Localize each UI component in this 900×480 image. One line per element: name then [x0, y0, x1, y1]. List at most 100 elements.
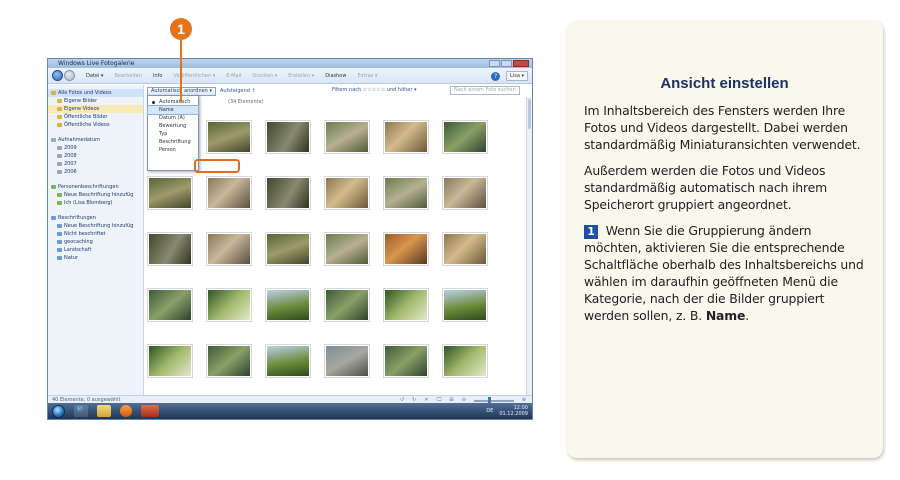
- nav-item[interactable]: Nicht beschriftet: [48, 230, 143, 238]
- nav-item[interactable]: Aufnahmedatum: [48, 136, 143, 144]
- nav-item[interactable]: 2006: [48, 168, 143, 176]
- photo-thumbnail[interactable]: [384, 233, 428, 265]
- search-input[interactable]: Nach einem Foto suchen: [450, 86, 520, 95]
- arrange-menu-item[interactable]: Person: [148, 146, 198, 154]
- photo-thumbnail[interactable]: [148, 289, 192, 321]
- nav-item[interactable]: geocaching: [48, 238, 143, 246]
- close-button[interactable]: [513, 60, 529, 67]
- photo-thumbnail[interactable]: [384, 177, 428, 209]
- thumbnail-cell[interactable]: [384, 229, 430, 285]
- photo-thumbnail[interactable]: [384, 345, 428, 377]
- thumbnail-cell[interactable]: [148, 341, 194, 397]
- media-player-icon[interactable]: [120, 405, 132, 417]
- nav-item[interactable]: Natur: [48, 254, 143, 262]
- photo-thumbnail[interactable]: [148, 233, 192, 265]
- forward-button[interactable]: [64, 70, 75, 81]
- photo-thumbnail[interactable]: [207, 177, 251, 209]
- arrange-menu-item[interactable]: Typ: [148, 130, 198, 138]
- help-icon[interactable]: ?: [491, 71, 501, 81]
- menu-item[interactable]: Diashow: [325, 73, 346, 79]
- photo-thumbnail[interactable]: [443, 121, 487, 153]
- thumbnail-cell[interactable]: [266, 229, 312, 285]
- thumbnail-cell[interactable]: [325, 229, 371, 285]
- nav-item[interactable]: Neue Beschriftung hinzufüg: [48, 191, 143, 199]
- photo-thumbnail[interactable]: [325, 177, 369, 209]
- photo-thumbnail[interactable]: [325, 345, 369, 377]
- nav-item[interactable]: Beschriftungen: [48, 214, 143, 222]
- thumbnail-cell[interactable]: [384, 117, 430, 173]
- photo-thumbnail[interactable]: [325, 289, 369, 321]
- photo-thumbnail[interactable]: [443, 289, 487, 321]
- nav-item[interactable]: Eigene Videos: [48, 105, 143, 113]
- thumbnail-cell[interactable]: [207, 341, 253, 397]
- rating-filter[interactable]: Filtern nach ☆☆☆☆☆ und höher ▾: [332, 87, 417, 93]
- nav-item[interactable]: Alle Fotos und Videos: [48, 89, 143, 97]
- arrange-menu-item[interactable]: Beschriftung: [148, 138, 198, 146]
- thumbnail-cell[interactable]: [266, 117, 312, 173]
- thumbnail-cell[interactable]: [148, 173, 194, 229]
- thumbnail-cell[interactable]: [384, 285, 430, 341]
- photo-thumbnail[interactable]: [325, 121, 369, 153]
- photo-gallery-taskbar-icon[interactable]: [141, 405, 159, 417]
- photo-thumbnail[interactable]: [266, 289, 310, 321]
- thumbnail-cell[interactable]: [443, 285, 489, 341]
- photo-thumbnail[interactable]: [207, 345, 251, 377]
- photo-thumbnail[interactable]: [207, 121, 251, 153]
- thumbnail-cell[interactable]: [266, 285, 312, 341]
- back-button[interactable]: [52, 70, 63, 81]
- menu-item[interactable]: Info: [153, 73, 162, 79]
- arrange-menu-item[interactable]: Automatisch: [148, 98, 198, 106]
- thumbnail-cell[interactable]: [443, 117, 489, 173]
- minimize-button[interactable]: [489, 60, 500, 67]
- thumbnail-cell[interactable]: [148, 285, 194, 341]
- thumbnail-cell[interactable]: [325, 285, 371, 341]
- menu-item[interactable]: Extras ▾: [357, 73, 377, 79]
- photo-thumbnail[interactable]: [266, 233, 310, 265]
- thumbnail-cell[interactable]: [384, 341, 430, 397]
- thumbnail-cell[interactable]: [266, 173, 312, 229]
- user-menu[interactable]: Lisa ▾: [506, 71, 528, 81]
- arrange-menu-item[interactable]: Name: [147, 105, 199, 115]
- menu-item[interactable]: Bearbeiten: [114, 73, 141, 79]
- photo-thumbnail[interactable]: [384, 289, 428, 321]
- nav-item[interactable]: 2007: [48, 160, 143, 168]
- nav-item[interactable]: Neue Beschriftung hinzufüg: [48, 222, 143, 230]
- menu-item[interactable]: Datei ▾: [86, 73, 103, 79]
- thumbnail-cell[interactable]: [207, 229, 253, 285]
- nav-item[interactable]: Eigene Bilder: [48, 97, 143, 105]
- start-button[interactable]: [52, 404, 65, 418]
- scrollbar-thumb[interactable]: [528, 99, 531, 129]
- language-indicator[interactable]: DE: [486, 408, 493, 414]
- thumbnail-cell[interactable]: [325, 341, 371, 397]
- menu-item[interactable]: Drucken ▾: [252, 73, 277, 79]
- nav-item[interactable]: Landschaft: [48, 246, 143, 254]
- thumbnail-cell[interactable]: [325, 117, 371, 173]
- explorer-icon[interactable]: [97, 405, 111, 417]
- photo-thumbnail[interactable]: [325, 233, 369, 265]
- menu-item[interactable]: Erstellen ▾: [288, 73, 314, 79]
- nav-item[interactable]: Ich (Lisa Blomberg): [48, 199, 143, 207]
- internet-explorer-icon[interactable]: [74, 404, 88, 417]
- menu-item[interactable]: E-Mail: [226, 73, 241, 79]
- thumbnail-cell[interactable]: [207, 285, 253, 341]
- scrollbar[interactable]: [526, 97, 532, 395]
- arrange-menu-item[interactable]: Datum (A): [148, 114, 198, 122]
- thumbnail-cell[interactable]: [443, 229, 489, 285]
- photo-thumbnail[interactable]: [443, 345, 487, 377]
- photo-thumbnail[interactable]: [207, 289, 251, 321]
- nav-item[interactable]: Personenbeschriftungen: [48, 183, 143, 191]
- nav-item[interactable]: Öffentliche Bilder: [48, 113, 143, 121]
- nav-item[interactable]: 2009: [48, 144, 143, 152]
- photo-thumbnail[interactable]: [266, 177, 310, 209]
- photo-thumbnail[interactable]: [384, 121, 428, 153]
- thumbnail-cell[interactable]: [266, 341, 312, 397]
- thumbnail-cell[interactable]: [443, 341, 489, 397]
- photo-thumbnail[interactable]: [148, 345, 192, 377]
- photo-thumbnail[interactable]: [443, 177, 487, 209]
- nav-item[interactable]: Öffentliche Videos: [48, 121, 143, 129]
- maximize-button[interactable]: [501, 60, 512, 67]
- thumbnail-cell[interactable]: [384, 173, 430, 229]
- thumbnail-cell[interactable]: [207, 173, 253, 229]
- photo-thumbnail[interactable]: [207, 233, 251, 265]
- zoom-slider[interactable]: [473, 397, 514, 405]
